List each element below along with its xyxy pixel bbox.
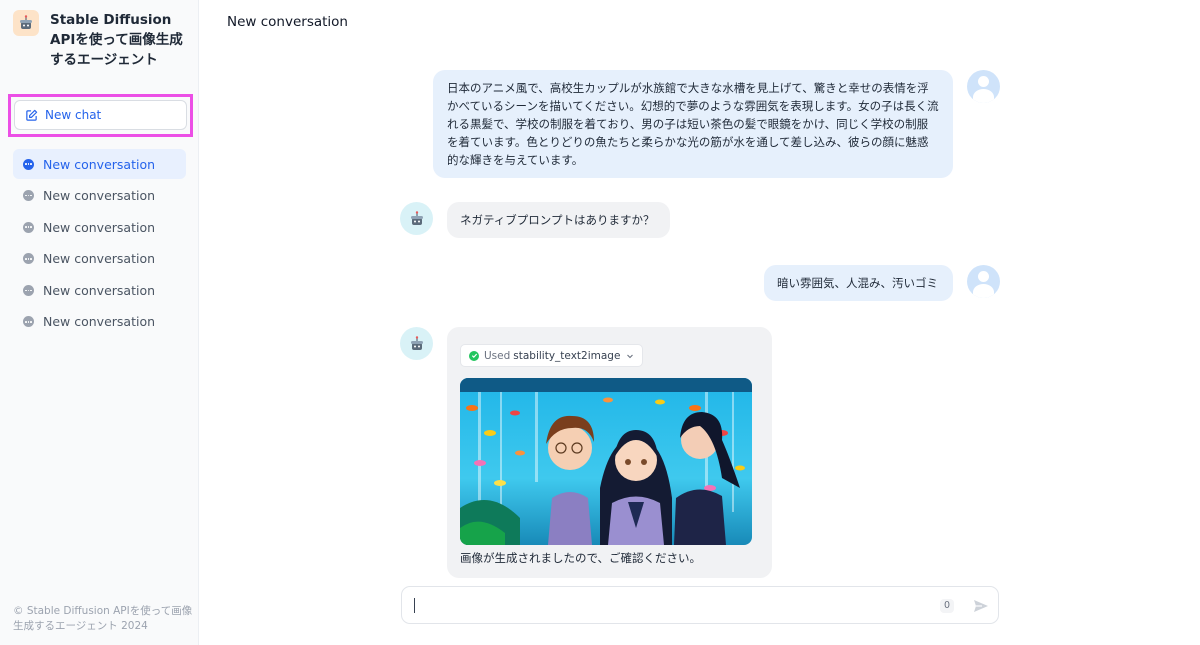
robot-icon <box>410 335 423 350</box>
check-circle-icon <box>469 350 479 361</box>
conversation-label: New conversation <box>43 219 156 235</box>
conversation-label: New conversation <box>43 188 156 204</box>
tool-name: stability_text2image <box>513 349 621 362</box>
app-title: Stable Diffusion APIを使って画像生成するエージェント <box>50 12 183 68</box>
send-icon[interactable] <box>972 597 990 615</box>
top-bar: New conversation <box>200 0 1200 45</box>
message-text: 画像が生成されましたので、ご確認ください。 <box>460 551 702 565</box>
chat-bubble-icon <box>23 284 34 296</box>
tool-used-prefix: Used <box>484 349 511 362</box>
conversation-item[interactable]: New conversation <box>13 149 186 179</box>
conversation-list: New conversation New conversation New co… <box>13 149 186 339</box>
robot-logo-icon <box>13 10 39 36</box>
conversation-label: New conversation <box>43 251 156 267</box>
sidebar: Stable Diffusion APIを使って画像生成するエージェント New… <box>0 0 199 645</box>
page-title: New conversation <box>227 14 348 30</box>
assistant-message: ネガティブプロンプトはありますか？ <box>447 202 670 238</box>
user-avatar <box>967 70 1000 103</box>
chevron-down-icon <box>627 354 634 358</box>
conversation-item[interactable]: New conversation <box>13 212 186 242</box>
chat-bubble-icon <box>23 221 34 233</box>
conversation-item[interactable]: New conversation <box>13 244 186 274</box>
user-avatar <box>967 265 1000 298</box>
chat-bubble-icon <box>23 190 34 202</box>
tool-usage-chip[interactable]: Used stability_text2image <box>460 344 644 367</box>
sidebar-footer: © Stable Diffusion APIを使って画像生成するエージェント 2… <box>13 605 193 632</box>
chat-bubble-icon <box>23 158 34 170</box>
assistant-avatar <box>400 202 433 235</box>
user-message: 暗い雰囲気、人混み、汚いゴミ <box>764 265 953 301</box>
message-composer: 0 <box>401 586 999 624</box>
message-text: 暗い雰囲気、人混み、汚いゴミ <box>777 276 938 290</box>
message-text: ネガティブプロンプトはありますか？ <box>460 213 655 227</box>
conversation-label: New conversation <box>43 156 156 172</box>
generated-image[interactable] <box>460 378 752 545</box>
conversation-item[interactable]: New conversation <box>13 307 186 337</box>
robot-icon <box>410 210 423 225</box>
new-chat-button[interactable]: New chat <box>14 100 187 130</box>
message-text: 日本のアニメ風で、高校生カップルが水族館で大きな水槽を見上げて、驚きと幸せの表情… <box>447 81 939 167</box>
text-caret <box>414 598 415 613</box>
conversation-label: New conversation <box>43 314 156 330</box>
assistant-message: Used stability_text2image 画像が生成されましたので、ご… <box>447 327 772 578</box>
chat-bubble-icon <box>23 316 34 328</box>
user-message: 日本のアニメ風で、高校生カップルが水族館で大きな水槽を見上げて、驚きと幸せの表情… <box>433 70 953 178</box>
char-count-badge: 0 <box>940 599 954 613</box>
new-chat-label: New chat <box>45 108 102 122</box>
conversation-item[interactable]: New conversation <box>13 181 186 211</box>
chat-bubble-icon <box>23 253 34 265</box>
conversation-item[interactable]: New conversation <box>13 275 186 305</box>
message-input[interactable] <box>414 594 924 616</box>
app-header: Stable Diffusion APIを使って画像生成するエージェント <box>13 10 193 70</box>
assistant-avatar <box>400 327 433 360</box>
conversation-label: New conversation <box>43 282 156 298</box>
edit-icon <box>26 109 38 121</box>
